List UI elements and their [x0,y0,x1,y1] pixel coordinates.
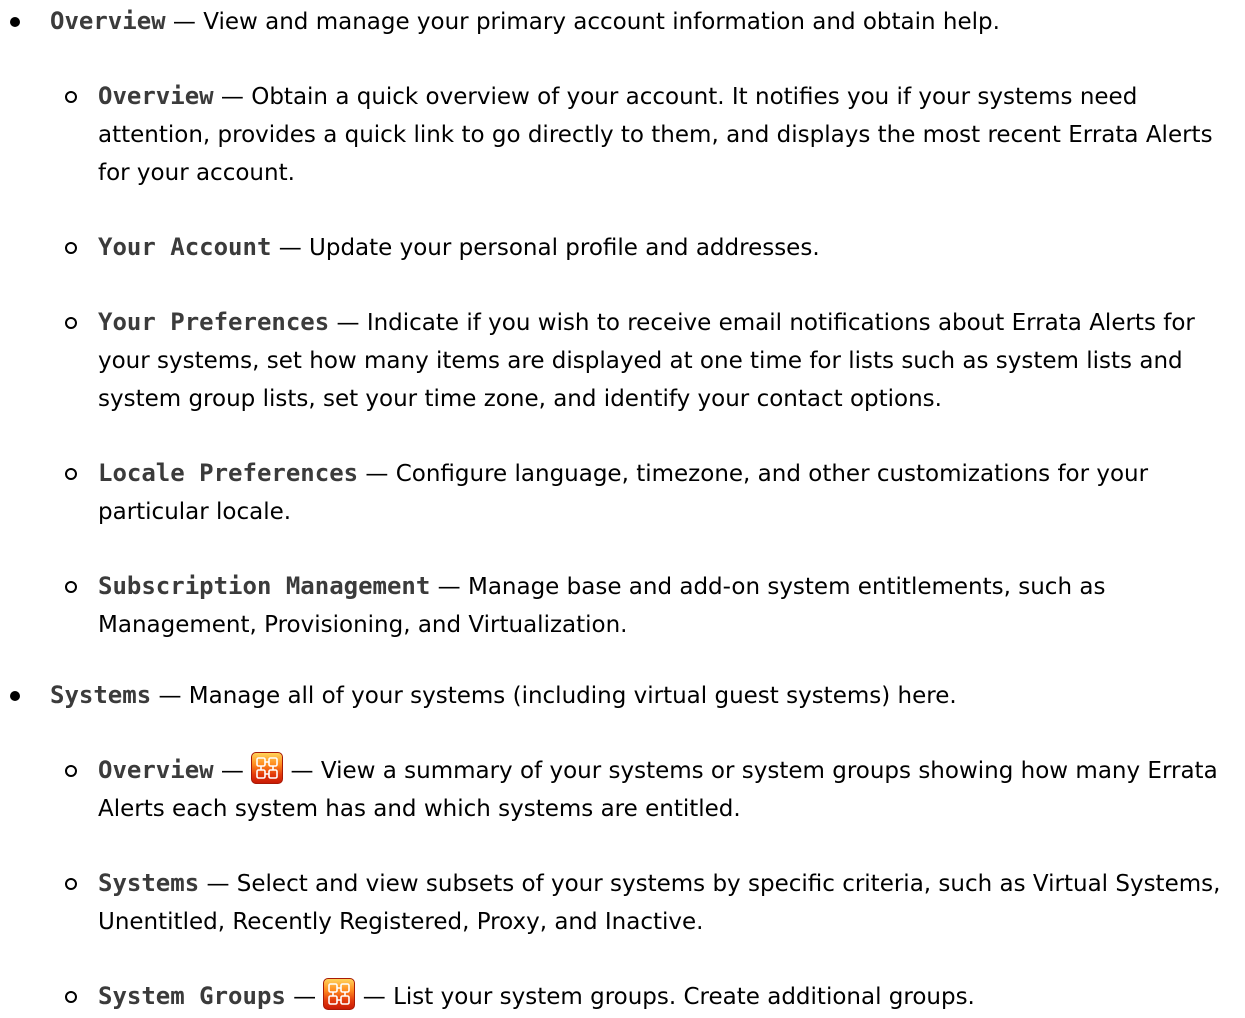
list-item-overview-section: Overview — View and manage your primary … [0,2,1245,644]
bullet-circle [65,242,77,254]
dash: — [165,9,204,35]
bullet-disc [10,691,20,701]
dash: — [355,984,394,1010]
dash: — [151,683,189,709]
dash: — [271,235,310,261]
item-description: View and manage your primary account inf… [203,9,1000,35]
sub-item-systems-systems: Systems — Select and view subsets of you… [50,864,1245,941]
dash: — [358,461,396,487]
bullet-circle [65,468,77,480]
dash: — [199,871,237,897]
term-locale-preferences: Locale Preferences [98,459,359,487]
bullet-circle [65,581,77,593]
dash: — [213,84,252,110]
management-entitlement-icon [323,978,356,1010]
sub-item-locale-preferences: Locale Preferences — Configure language,… [50,454,1245,531]
term-your-account: Your Account [98,233,272,261]
item-description: Select and view subsets of your systems … [98,871,1221,935]
list-item-systems-section: Systems — Manage all of your systems (in… [0,676,1245,1016]
term-subscription-management: Subscription Management [98,572,431,600]
dash: — [430,574,468,600]
bullet-disc [10,17,20,27]
bullet-circle [65,878,77,890]
item-description: Update your personal profile and address… [309,235,820,261]
term-system-groups: System Groups [98,982,286,1010]
management-entitlement-icon [251,752,284,784]
dash: — [283,758,321,784]
sub-item-system-groups: System Groups — — List your system group… [50,977,1245,1016]
sub-list-systems: Overview — — View a summary of your syst… [50,751,1245,1016]
sub-list-overview: Overview — Obtain a quick overview of yo… [50,77,1245,644]
dash: — [285,984,324,1010]
term-overview: Overview [98,82,214,110]
bullet-circle [65,317,77,329]
item-description: Manage all of your systems (including vi… [188,683,957,709]
sub-item-overview: Overview — Obtain a quick overview of yo… [50,77,1245,192]
document-page: Overview — View and manage your primary … [0,2,1245,1018]
term-overview: Overview [50,7,166,35]
item-description: Obtain a quick overview of your account.… [98,84,1213,186]
sub-item-subscription-management: Subscription Management — Manage base an… [50,567,1245,644]
dash: — [213,758,252,784]
dash: — [329,310,367,336]
term-systems: Systems [98,869,200,897]
sub-item-your-preferences: Your Preferences — Indicate if you wish … [50,303,1245,418]
term-systems: Systems [50,681,152,709]
top-level-list: Overview — View and manage your primary … [0,2,1245,1016]
bullet-circle [65,765,77,777]
term-your-preferences: Your Preferences [98,308,330,336]
sub-item-systems-overview: Overview — — View a summary of your syst… [50,751,1245,828]
sub-item-your-account: Your Account — Update your personal prof… [50,228,1245,267]
term-overview: Overview [98,756,214,784]
bullet-circle [65,91,77,103]
item-description: List your system groups. Create addition… [393,984,975,1010]
bullet-circle [65,991,77,1003]
